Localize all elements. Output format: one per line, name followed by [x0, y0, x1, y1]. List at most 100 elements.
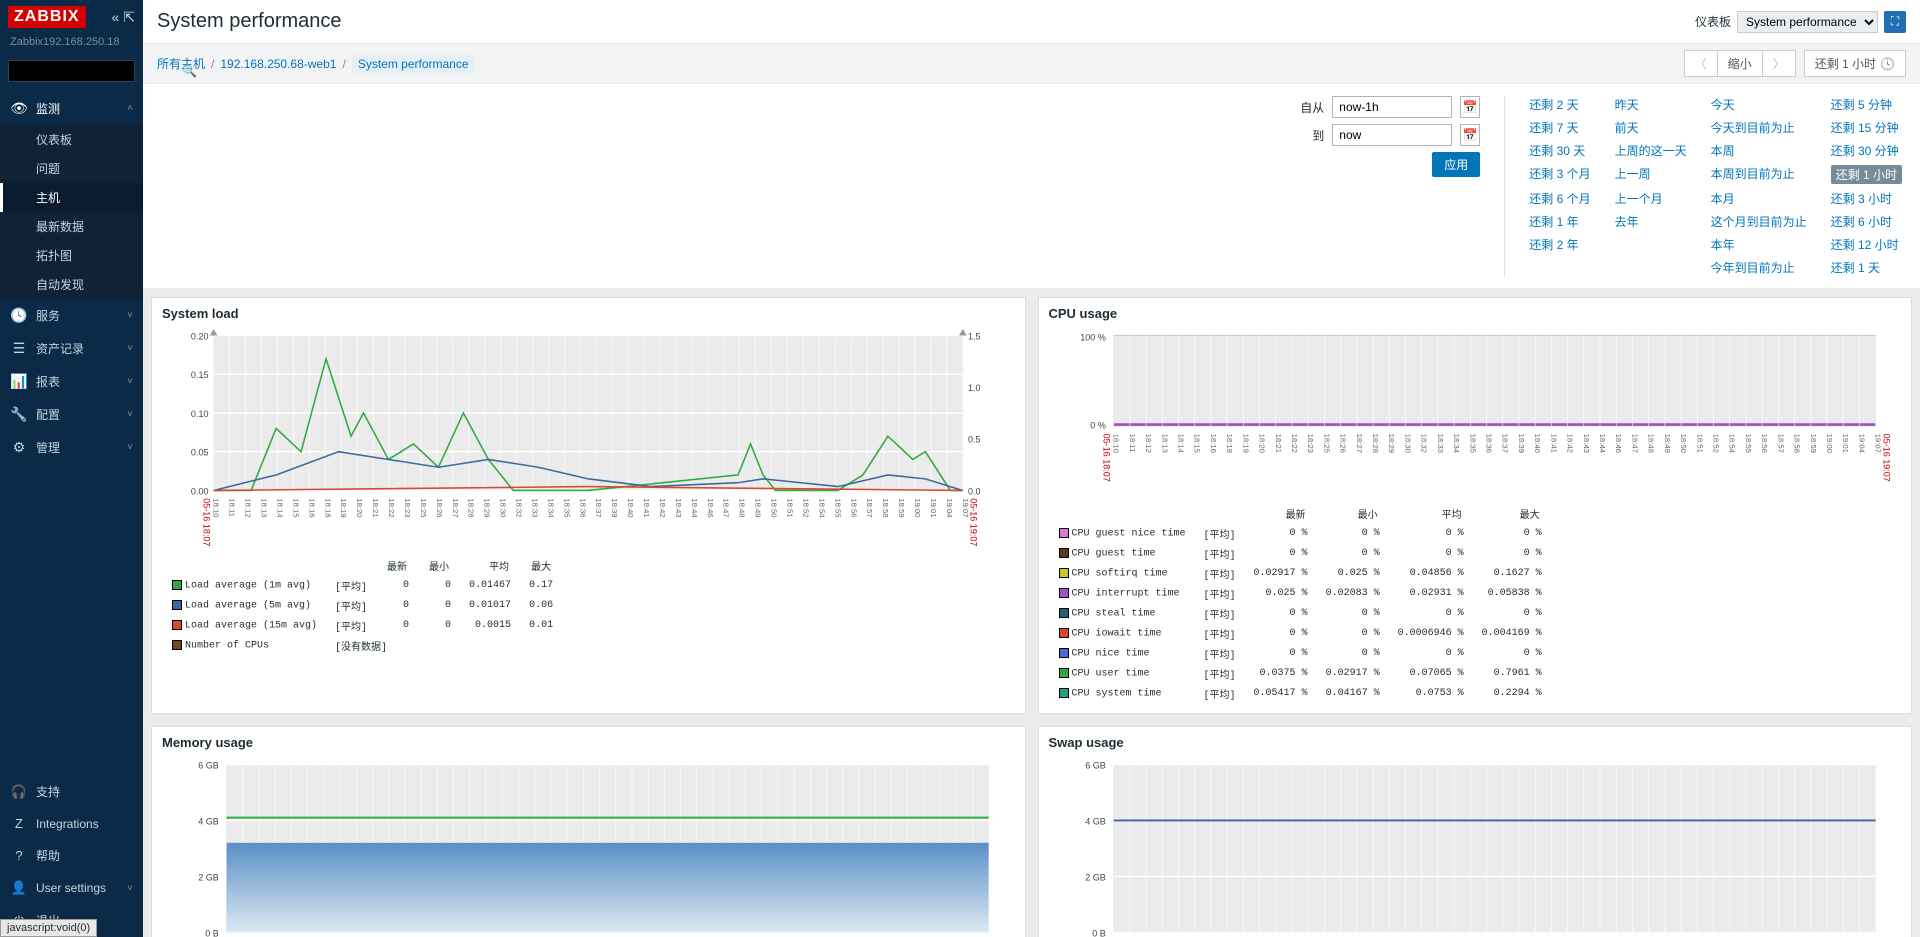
nav-services[interactable]: 🕓 服务 ˅ [0, 299, 143, 332]
svg-text:18:32: 18:32 [1419, 434, 1428, 453]
svg-text:18:55: 18:55 [1743, 434, 1752, 453]
time-preset[interactable]: 本周到目前为止 [1711, 165, 1807, 184]
svg-text:18:54: 18:54 [1727, 434, 1736, 454]
nav-sub-item[interactable]: 最新数据 [0, 212, 143, 241]
time-preset[interactable]: 今天 [1711, 96, 1807, 113]
nav-sub-item[interactable]: 自动发现 [0, 270, 143, 299]
time-preset[interactable]: 还剩 2 天 [1529, 96, 1590, 113]
from-input[interactable] [1332, 96, 1452, 118]
nav-label: 服务 [36, 307, 60, 324]
svg-text:6 GB: 6 GB [198, 760, 219, 770]
time-preset[interactable]: 还剩 7 天 [1529, 119, 1590, 136]
time-preset[interactable]: 今年到目前为止 [1711, 259, 1807, 276]
nav-sub-item[interactable]: 仪表板 [0, 125, 143, 154]
breadcrumb-host[interactable]: 192.168.250.68-web1 [220, 57, 336, 71]
svg-text:05-16 18:07: 05-16 18:07 [1101, 434, 1111, 482]
time-preset[interactable]: 还剩 12 小时 [1831, 236, 1902, 253]
svg-text:0.15: 0.15 [191, 370, 209, 380]
time-preset[interactable]: 还剩 6 个月 [1529, 190, 1590, 207]
time-preset[interactable]: 去年 [1615, 213, 1687, 230]
svg-text:18:25: 18:25 [1322, 434, 1331, 453]
time-preset[interactable]: 还剩 3 小时 [1831, 190, 1902, 207]
dashboard-select[interactable]: System performance [1737, 11, 1878, 33]
popout-icon[interactable]: ⇱ [123, 9, 135, 26]
widget-system-load: System load 0.000.050.100.150.200.00.51.… [151, 297, 1026, 714]
time-preset[interactable]: 本周 [1711, 142, 1807, 159]
time-preset[interactable]: 还剩 30 天 [1529, 142, 1590, 159]
chevron-down-icon: ˅ [127, 310, 133, 321]
svg-text:4 GB: 4 GB [198, 816, 219, 826]
svg-text:18:39: 18:39 [1516, 434, 1525, 453]
nav-support[interactable]: 🎧支持 [0, 775, 143, 808]
time-preset[interactable]: 还剩 6 小时 [1831, 213, 1902, 230]
time-preset[interactable]: 上周的这一天 [1615, 142, 1687, 159]
collapse-sidebar-icon[interactable]: « [111, 9, 119, 26]
breadcrumb-sep: / [211, 57, 214, 71]
label: 支持 [36, 783, 60, 800]
time-preset[interactable]: 本年 [1711, 236, 1807, 253]
search-input[interactable] [9, 61, 176, 81]
nav-user-settings[interactable]: 👤User settings˅ [0, 872, 143, 904]
nav-reports[interactable]: 📊 报表 ˅ [0, 365, 143, 398]
nav-inventory[interactable]: ☰ 资产记录 ˅ [0, 332, 143, 365]
time-next-button[interactable]: 〉 [1763, 50, 1796, 77]
svg-text:18:36: 18:36 [1484, 434, 1493, 453]
time-preset[interactable]: 上一个月 [1615, 190, 1687, 207]
time-preset[interactable]: 这个月到目前为止 [1711, 213, 1807, 230]
nav-admin[interactable]: ⚙ 管理 ˅ [0, 431, 143, 464]
nav-sub-item[interactable]: 拓扑图 [0, 241, 143, 270]
time-preset[interactable]: 还剩 1 天 [1831, 259, 1902, 276]
widget-memory-usage: Memory usage 0 B2 GB4 GB6 GB18:1018:1118… [151, 726, 1026, 937]
clock-icon: 🕓 [10, 307, 28, 324]
svg-text:18:59: 18:59 [897, 498, 906, 517]
time-preset[interactable]: 还剩 15 分钟 [1831, 119, 1902, 136]
calendar-icon[interactable]: 📅 [1460, 96, 1480, 118]
calendar-icon[interactable]: 📅 [1460, 124, 1480, 146]
nav-integrations[interactable]: ZIntegrations [0, 808, 143, 839]
nav-sub-item[interactable]: 主机 [0, 183, 143, 212]
time-preset[interactable]: 还剩 2 年 [1529, 236, 1590, 253]
time-range-button[interactable]: 还剩 1 小时 🕓 [1804, 50, 1906, 77]
svg-text:18:58: 18:58 [881, 498, 890, 517]
svg-text:4 GB: 4 GB [1085, 816, 1106, 826]
time-panel: 自从 📅 到 📅 应用 还剩 2 天昨天今天还剩 5 分钟还剩 7 天前天今天到… [143, 84, 1920, 289]
time-preset[interactable]: 还剩 1 年 [1529, 213, 1590, 230]
svg-text:18:41: 18:41 [1549, 434, 1558, 453]
time-preset[interactable]: 前天 [1615, 119, 1687, 136]
svg-text:0 B: 0 B [1092, 928, 1106, 937]
svg-text:18:30: 18:30 [499, 498, 508, 517]
time-preset[interactable]: 上一周 [1615, 165, 1687, 184]
nav-monitor[interactable]: 👁 监测 ˄ [0, 92, 143, 125]
breadcrumb-sep: / [342, 57, 345, 71]
time-prev-button[interactable]: 〈 [1684, 50, 1718, 77]
svg-text:100 %: 100 % [1080, 333, 1106, 343]
svg-text:18:10: 18:10 [212, 498, 221, 517]
time-preset[interactable]: 今天到目前为止 [1711, 119, 1807, 136]
nav-config[interactable]: 🔧 配置 ˅ [0, 398, 143, 431]
fullscreen-button[interactable]: ⛶ [1884, 11, 1906, 33]
search-icon[interactable]: 🔍 [176, 61, 203, 81]
svg-text:18:18: 18:18 [1225, 434, 1234, 453]
label: 还剩 1 小时 [1815, 55, 1876, 72]
time-preset[interactable]: 还剩 5 分钟 [1831, 96, 1902, 113]
to-input[interactable] [1332, 124, 1452, 146]
svg-text:18:35: 18:35 [562, 498, 571, 517]
nav-sub-item[interactable]: 问题 [0, 154, 143, 183]
apply-button[interactable]: 应用 [1432, 152, 1480, 177]
chevron-down-icon: ˅ [127, 343, 133, 354]
zoom-out-button[interactable]: 缩小 [1718, 50, 1763, 77]
time-preset[interactable]: 本月 [1711, 190, 1807, 207]
time-preset[interactable]: 还剩 1 小时 [1831, 165, 1902, 184]
time-preset[interactable]: 还剩 3 个月 [1529, 165, 1590, 184]
svg-text:1.5: 1.5 [968, 331, 981, 341]
dashboard-label: 仪表板 [1695, 13, 1731, 30]
nav-label: 监测 [36, 100, 60, 117]
time-preset[interactable]: 昨天 [1615, 96, 1687, 113]
chevron-down-icon: ˅ [127, 883, 133, 894]
svg-text:18:20: 18:20 [355, 498, 364, 517]
nav-help[interactable]: ?帮助 [0, 839, 143, 872]
svg-text:18:14: 18:14 [275, 498, 284, 518]
list-icon: ☰ [10, 340, 28, 357]
time-preset[interactable]: 还剩 30 分钟 [1831, 142, 1902, 159]
svg-text:18:57: 18:57 [1776, 434, 1785, 453]
